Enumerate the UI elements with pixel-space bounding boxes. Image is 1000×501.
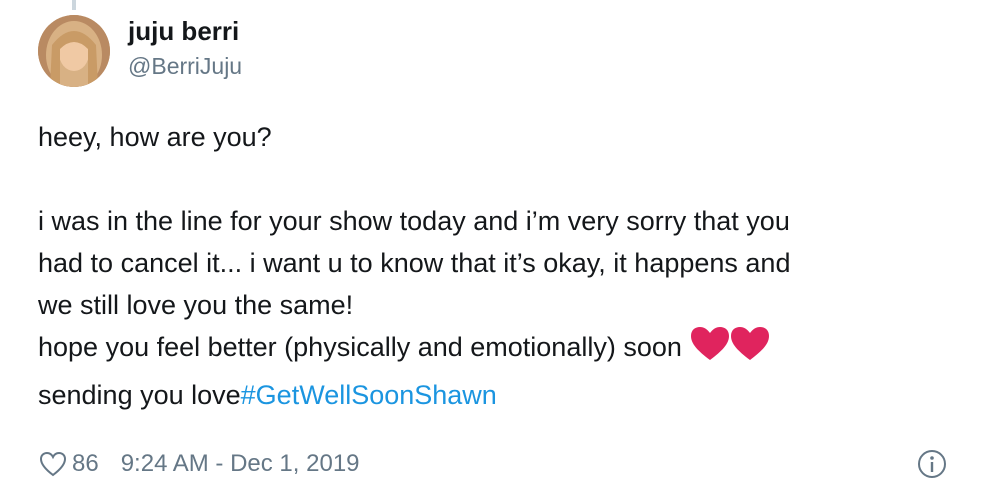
- heart-icon: [730, 327, 769, 360]
- avatar[interactable]: [38, 15, 110, 87]
- heart-outline-icon[interactable]: [38, 449, 68, 479]
- info-icon[interactable]: [916, 448, 948, 480]
- tweet-text: heey, how are you? i was in the line for…: [38, 116, 968, 416]
- tweet-line: i was in the line for your show today an…: [38, 206, 790, 236]
- hashtag-link[interactable]: #GetWellSoonShawn: [241, 380, 497, 410]
- tweet-line: heey, how are you?: [38, 122, 272, 152]
- tweet-line-with-hashtag: sending you love#GetWellSoonShawn: [38, 374, 968, 416]
- tweet-line: sending you love: [38, 380, 241, 410]
- tweet-line: hope you feel better (physically and emo…: [38, 332, 682, 362]
- like-count[interactable]: 86: [72, 450, 99, 478]
- tweet-line-with-emoji: hope you feel better (physically and emo…: [38, 326, 968, 374]
- heart-emoji: [690, 326, 770, 374]
- tweet-line: had to cancel it... i want u to know tha…: [38, 248, 791, 278]
- heart-icon: [690, 327, 729, 360]
- tweet-line: we still love you the same!: [38, 290, 354, 320]
- tweet-author: juju berri @BerriJuju: [128, 14, 242, 82]
- user-handle[interactable]: @BerriJuju: [128, 50, 242, 82]
- tweet-timestamp[interactable]: 9:24 AM - Dec 1, 2019: [121, 450, 360, 478]
- display-name[interactable]: juju berri: [128, 14, 242, 48]
- tweet-footer: 86 9:24 AM - Dec 1, 2019: [38, 444, 958, 484]
- thread-connector: [72, 0, 76, 10]
